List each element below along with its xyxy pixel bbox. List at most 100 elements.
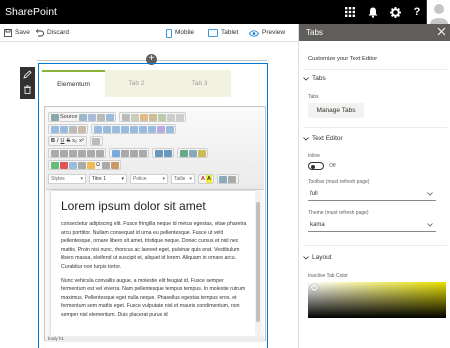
- editor-scrollbar-thumb[interactable]: [256, 202, 260, 322]
- color-picker[interactable]: [308, 282, 446, 318]
- indent-icon[interactable]: [77, 149, 86, 157]
- element-path: body h1: [46, 336, 264, 342]
- close-icon[interactable]: [437, 27, 446, 38]
- format-select[interactable]: Titre 1 ▾: [89, 174, 127, 184]
- link-icon[interactable]: [179, 149, 188, 157]
- anchor-icon[interactable]: [197, 149, 206, 157]
- print-icon[interactable]: [96, 113, 105, 121]
- edit-icon[interactable]: [23, 70, 32, 79]
- ltr-icon[interactable]: [154, 149, 163, 157]
- section-tabs-header[interactable]: Tabs: [303, 74, 326, 83]
- textfield-icon[interactable]: [120, 125, 129, 133]
- textarea-icon[interactable]: [129, 125, 138, 133]
- divider: [303, 127, 447, 128]
- subscript-button[interactable]: x₂: [71, 137, 78, 145]
- align-center-icon[interactable]: [120, 149, 129, 157]
- rich-text-editor: Source B I U S x₂ x² Ω Styles ▾ Titre 1 …: [44, 106, 266, 342]
- property-pane-header: Tabs: [299, 24, 450, 41]
- special-char-button[interactable]: Ω: [95, 161, 101, 169]
- show-blocks-icon[interactable]: [228, 175, 237, 183]
- unlink-icon[interactable]: [188, 149, 197, 157]
- bell-icon[interactable]: [361, 0, 385, 24]
- image-button-icon[interactable]: [156, 125, 165, 133]
- paste-word-icon[interactable]: [157, 113, 166, 121]
- checkbox-icon[interactable]: [102, 125, 111, 133]
- radio-icon[interactable]: [111, 125, 120, 133]
- table-icon[interactable]: [68, 161, 77, 169]
- toolbar-group: [48, 124, 88, 134]
- button-field-icon[interactable]: [147, 125, 156, 133]
- copy-icon[interactable]: [130, 113, 139, 121]
- font-select[interactable]: Police ▾: [130, 174, 168, 184]
- styles-select[interactable]: Styles ▾: [48, 174, 86, 184]
- mobile-button[interactable]: Mobile: [166, 27, 194, 39]
- theme-dropdown[interactable]: kama: [308, 219, 436, 232]
- section-layout-header[interactable]: Layout: [303, 253, 332, 262]
- app-title[interactable]: SharePoint: [5, 5, 57, 19]
- form-icon[interactable]: [93, 125, 102, 133]
- undo-icon[interactable]: [166, 113, 175, 121]
- replace-icon[interactable]: [59, 125, 68, 133]
- new-page-icon[interactable]: [87, 113, 96, 121]
- toolbar-group: [119, 112, 187, 122]
- section-text-editor-header[interactable]: Text Editor: [303, 134, 343, 143]
- tab-2[interactable]: Tab 2: [105, 70, 168, 97]
- avatar[interactable]: [426, 0, 450, 24]
- paste-text-icon[interactable]: [148, 113, 157, 121]
- div-icon[interactable]: [95, 149, 104, 157]
- color-picker-handle[interactable]: [311, 284, 318, 291]
- toolbar-row: [48, 148, 211, 158]
- templates-icon[interactable]: [105, 113, 114, 121]
- gear-icon[interactable]: [383, 0, 407, 24]
- smiley-icon[interactable]: [86, 161, 95, 169]
- remove-format-icon[interactable]: [92, 137, 101, 145]
- source-icon: [50, 113, 59, 121]
- select-all-icon[interactable]: [68, 125, 77, 133]
- inactive-tab-color-label: Inactive Tab Color: [308, 273, 348, 279]
- page-break-icon[interactable]: [101, 161, 110, 169]
- theme-dropdown-value: kama: [310, 222, 325, 228]
- rtl-icon[interactable]: [163, 149, 172, 157]
- size-select[interactable]: Taille ▾: [171, 174, 195, 184]
- blockquote-icon[interactable]: [86, 149, 95, 157]
- bullet-list-icon[interactable]: [59, 149, 68, 157]
- divider: [303, 69, 447, 70]
- spellcheck-icon[interactable]: [77, 125, 86, 133]
- image-icon[interactable]: [50, 161, 59, 169]
- discard-button[interactable]: Discard: [36, 27, 69, 39]
- justify-icon[interactable]: [138, 149, 147, 157]
- paste-icon[interactable]: [139, 113, 148, 121]
- delete-icon[interactable]: [23, 85, 32, 94]
- preview-button[interactable]: Preview: [249, 27, 285, 39]
- manage-tabs-button[interactable]: Manage Tabs: [308, 103, 364, 118]
- bg-color-button[interactable]: A: [205, 175, 212, 183]
- align-right-icon[interactable]: [129, 149, 138, 157]
- flash-icon[interactable]: [59, 161, 68, 169]
- save-button[interactable]: Save: [4, 27, 30, 39]
- tablet-button[interactable]: Tablet: [208, 27, 238, 39]
- iframe-icon[interactable]: [110, 161, 119, 169]
- property-pane: Tabs Customize your Text Editor Tabs Tab…: [298, 24, 450, 348]
- numbered-list-icon[interactable]: [50, 149, 59, 157]
- editor-content[interactable]: Lorem ipsum dolor sit amet consectetur a…: [51, 191, 257, 336]
- maximize-icon[interactable]: [219, 175, 228, 183]
- toolbar-dropdown[interactable]: full: [308, 188, 436, 201]
- horizontal-rule-icon[interactable]: [77, 161, 86, 169]
- redo-icon[interactable]: [175, 113, 184, 121]
- source-button[interactable]: Source: [59, 113, 78, 121]
- inline-toggle[interactable]: [308, 162, 324, 170]
- select-field-icon[interactable]: [138, 125, 147, 133]
- outdent-icon[interactable]: [68, 149, 77, 157]
- align-left-icon[interactable]: [111, 149, 120, 157]
- cut-icon[interactable]: [121, 113, 130, 121]
- hidden-field-icon[interactable]: [165, 125, 174, 133]
- superscript-button[interactable]: x²: [78, 137, 85, 145]
- find-icon[interactable]: [50, 125, 59, 133]
- toolbar-row: Styles ▾ Titre 1 ▾ Police ▾ Taille ▾ A A: [48, 174, 242, 184]
- save-doc-icon[interactable]: [78, 113, 87, 121]
- app-launcher-icon[interactable]: [338, 0, 362, 24]
- tab-elementum[interactable]: Elementum: [42, 70, 105, 97]
- tab-3[interactable]: Tab 3: [168, 70, 231, 97]
- toolbar-group: Ω: [48, 160, 122, 170]
- preview-label: Preview: [262, 29, 286, 36]
